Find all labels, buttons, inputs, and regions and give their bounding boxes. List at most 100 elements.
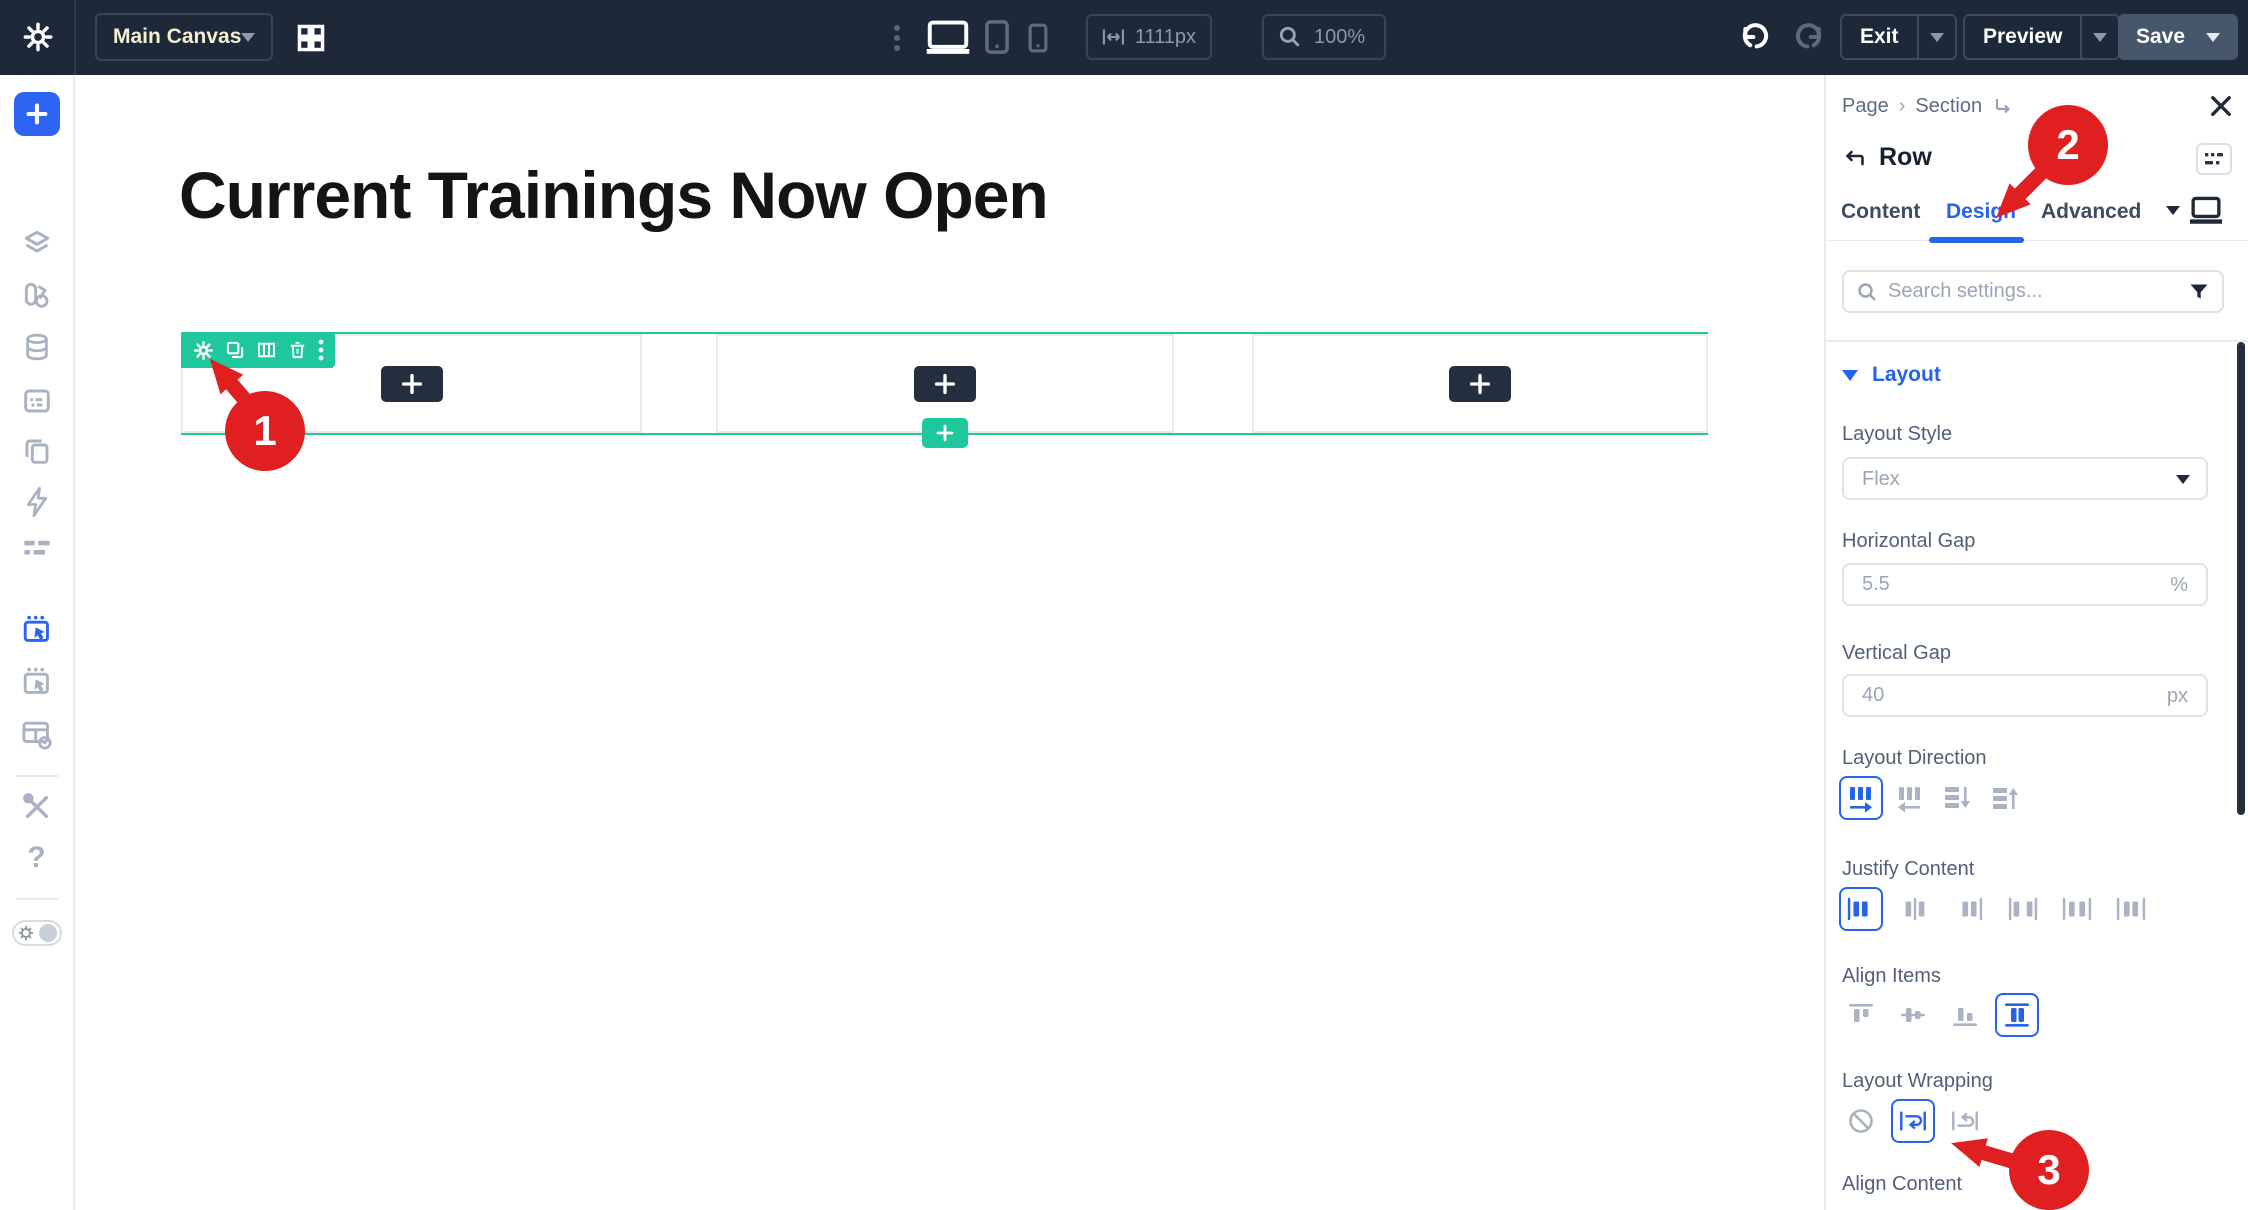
- breadcrumb-page[interactable]: Page: [1842, 95, 1889, 118]
- left-sidebar: ?: [0, 75, 75, 1210]
- viewport-width-input[interactable]: 1111px: [1086, 14, 1212, 60]
- panel-divider: [1826, 340, 2248, 342]
- phone-breakpoint-icon[interactable]: [1028, 23, 1048, 53]
- breadcrumb: Page › Section: [1842, 95, 2014, 118]
- save-button[interactable]: Save: [2118, 14, 2238, 60]
- horizontal-gap-field: %: [1842, 563, 2208, 606]
- column-2[interactable]: [716, 334, 1174, 433]
- blocks-list-icon[interactable]: [22, 537, 52, 563]
- wrap-icon[interactable]: [1891, 1099, 1935, 1143]
- undo-icon[interactable]: [1740, 22, 1772, 52]
- forms-panel-icon[interactable]: [21, 385, 53, 417]
- tab-design[interactable]: Design: [1946, 200, 2016, 224]
- element-settings-gear-icon[interactable]: [193, 340, 214, 361]
- align-start-icon[interactable]: [1839, 993, 1883, 1037]
- builder-settings-toggle[interactable]: [11, 918, 63, 948]
- close-icon[interactable]: [2208, 93, 2234, 119]
- layout-style-select[interactable]: Flex: [1842, 457, 2208, 500]
- sidebar-divider: [16, 898, 58, 900]
- desktop-breakpoint-icon[interactable]: [925, 18, 971, 56]
- vertical-gap-label: Vertical Gap: [1842, 642, 1951, 665]
- add-widget-button[interactable]: [914, 366, 976, 402]
- page-settings-icon[interactable]: [20, 718, 54, 752]
- zoom-control[interactable]: 100%: [1262, 14, 1386, 60]
- lightning-actions-icon[interactable]: [22, 485, 52, 519]
- justify-space-evenly-icon[interactable]: [2109, 887, 2153, 931]
- direction-row-reverse-icon[interactable]: [1887, 776, 1931, 820]
- align-content-label: Align Content: [1842, 1173, 1962, 1196]
- duplicate-icon[interactable]: [225, 340, 245, 360]
- add-element-button[interactable]: [14, 92, 60, 136]
- add-widget-button[interactable]: [1449, 366, 1511, 402]
- justify-content-options: [1839, 887, 2153, 931]
- help-icon[interactable]: ?: [27, 841, 45, 875]
- direction-column-icon[interactable]: [1935, 776, 1979, 820]
- panel-scrollbar[interactable]: [2237, 342, 2245, 815]
- annotation-step-2: 2: [2028, 105, 2108, 185]
- responsive-device-icon[interactable]: [2188, 193, 2224, 227]
- justify-space-between-icon[interactable]: [2001, 887, 2045, 931]
- selected-row-element[interactable]: [181, 332, 1708, 435]
- preview-button[interactable]: Preview: [1963, 14, 2120, 60]
- align-end-icon[interactable]: [1943, 993, 1987, 1037]
- back-arrow-icon[interactable]: [1842, 147, 1867, 169]
- search-icon: [1856, 281, 1878, 303]
- canvas-selector-dropdown[interactable]: Main Canvas: [95, 13, 273, 61]
- chevron-down-icon: [241, 33, 255, 42]
- kebab-menu-icon[interactable]: [318, 339, 324, 361]
- element-title: Row: [1879, 143, 1932, 172]
- breadcrumb-section[interactable]: Section: [1915, 95, 1982, 118]
- horizontal-gap-label: Horizontal Gap: [1842, 530, 1975, 553]
- vertical-gap-unit: px: [2167, 685, 2188, 708]
- save-dropdown-caret[interactable]: [2206, 33, 2220, 42]
- grid-view-icon[interactable]: [296, 23, 326, 53]
- page-builder-app: Main Canvas 1111px 100%: [0, 0, 2248, 1210]
- tools-icon[interactable]: [21, 791, 53, 823]
- justify-center-icon[interactable]: [1893, 887, 1937, 931]
- toolbar-separator: [74, 0, 76, 75]
- preview-dropdown-caret[interactable]: [2082, 33, 2118, 42]
- exit-dropdown-caret[interactable]: [1919, 33, 1955, 42]
- wrap-none-icon[interactable]: [1839, 1099, 1883, 1143]
- section-collapse-icon: [1842, 370, 1858, 381]
- builder-settings-gear-icon[interactable]: [22, 21, 54, 53]
- structure-icon[interactable]: [2196, 143, 2232, 175]
- trash-icon[interactable]: [288, 340, 307, 360]
- design-library-icon[interactable]: [21, 279, 53, 311]
- column-3[interactable]: [1252, 334, 1708, 433]
- tablet-breakpoint-icon[interactable]: [984, 19, 1010, 55]
- search-settings-input[interactable]: [1888, 272, 2168, 311]
- edit-mode-icon[interactable]: [20, 613, 54, 647]
- horizontal-gap-input[interactable]: [1862, 565, 2142, 604]
- database-icon[interactable]: [22, 331, 52, 363]
- direction-row-icon[interactable]: [1839, 776, 1883, 820]
- pages-copy-icon[interactable]: [21, 435, 53, 467]
- filter-funnel-icon[interactable]: [2188, 281, 2210, 303]
- wrap-reverse-icon[interactable]: [1943, 1099, 1987, 1143]
- justify-end-icon[interactable]: [1947, 887, 1991, 931]
- add-widget-button[interactable]: [381, 366, 443, 402]
- justify-start-icon[interactable]: [1839, 887, 1883, 931]
- tabs-caret-icon[interactable]: [2166, 206, 2180, 215]
- kebab-menu-icon[interactable]: [893, 24, 901, 52]
- add-column-below-button[interactable]: [922, 418, 968, 448]
- redo-icon[interactable]: [1792, 22, 1824, 52]
- layout-section-header[interactable]: Layout: [1842, 363, 1941, 387]
- zoom-value: 100%: [1314, 26, 1365, 49]
- canvas: Current Trainings Now Open: [75, 75, 1824, 1210]
- align-items-label: Align Items: [1842, 965, 1941, 988]
- align-stretch-icon[interactable]: [1995, 993, 2039, 1037]
- columns-icon[interactable]: [256, 340, 277, 360]
- annotation-step-1: 1: [225, 391, 305, 471]
- align-center-icon[interactable]: [1891, 993, 1935, 1037]
- width-arrows-icon: [1102, 26, 1125, 48]
- tab-advanced[interactable]: Advanced: [2041, 200, 2141, 224]
- justify-space-around-icon[interactable]: [2055, 887, 2099, 931]
- exit-button[interactable]: Exit: [1840, 14, 1957, 60]
- tab-content[interactable]: Content: [1841, 200, 1920, 224]
- search-settings-box[interactable]: [1842, 270, 2224, 313]
- layers-icon[interactable]: [21, 227, 53, 259]
- vertical-gap-input[interactable]: [1862, 676, 2142, 715]
- direction-column-reverse-icon[interactable]: [1983, 776, 2027, 820]
- browse-mode-icon[interactable]: [20, 665, 54, 699]
